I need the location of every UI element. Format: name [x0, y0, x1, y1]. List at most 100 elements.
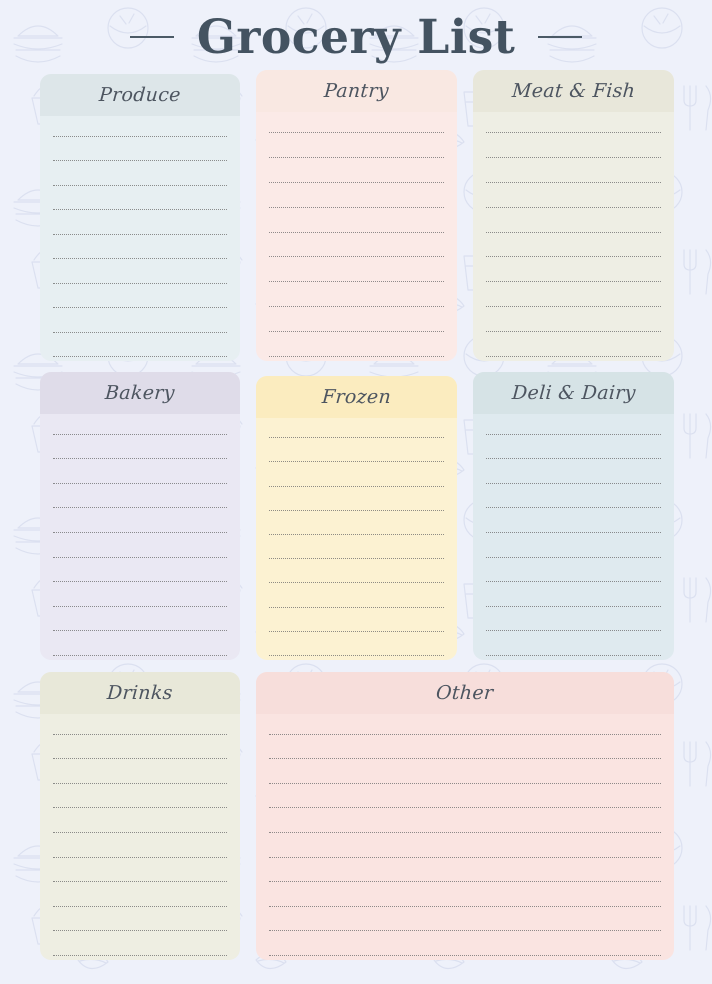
write-line[interactable]	[53, 488, 227, 513]
write-line[interactable]	[486, 439, 661, 464]
write-line[interactable]	[486, 261, 661, 286]
write-line[interactable]	[269, 587, 444, 611]
write-line[interactable]	[269, 739, 661, 764]
write-line[interactable]	[53, 714, 227, 739]
category-header-other: Other	[256, 672, 674, 714]
write-line[interactable]	[53, 739, 227, 764]
write-line[interactable]	[269, 935, 661, 960]
write-line[interactable]	[269, 862, 661, 887]
write-line[interactable]	[53, 635, 227, 660]
write-line[interactable]	[53, 763, 227, 788]
write-line[interactable]	[269, 311, 444, 336]
write-line[interactable]	[53, 886, 227, 911]
category-lines-drinks	[40, 714, 240, 960]
write-line[interactable]	[53, 337, 227, 362]
category-card-other: Other	[256, 672, 674, 960]
category-card-bakery: Bakery	[40, 372, 240, 660]
write-line[interactable]	[486, 488, 661, 513]
write-line[interactable]	[269, 442, 444, 466]
category-title-meat-and-fish: Meat & Fish	[511, 79, 636, 102]
write-line[interactable]	[53, 911, 227, 936]
write-line[interactable]	[53, 239, 227, 264]
write-line[interactable]	[486, 586, 661, 611]
write-line[interactable]	[269, 714, 661, 739]
write-line[interactable]	[53, 288, 227, 313]
category-card-meat-and-fish: Meat & Fish	[473, 70, 674, 361]
write-line[interactable]	[53, 611, 227, 636]
write-line[interactable]	[486, 414, 661, 439]
write-line[interactable]	[53, 586, 227, 611]
write-line[interactable]	[53, 537, 227, 562]
write-line[interactable]	[486, 463, 661, 488]
grocery-list-page: Grocery List Produce Pantry Meat & Fish Bak…	[0, 0, 712, 984]
category-card-drinks: Drinks	[40, 672, 240, 960]
category-lines-meat-and-fish	[473, 112, 674, 361]
write-line[interactable]	[269, 563, 444, 587]
write-line[interactable]	[269, 286, 444, 311]
write-line[interactable]	[269, 187, 444, 212]
write-line[interactable]	[53, 263, 227, 288]
write-line[interactable]	[486, 562, 661, 587]
write-line[interactable]	[486, 237, 661, 262]
write-line[interactable]	[486, 212, 661, 237]
write-line[interactable]	[269, 162, 444, 187]
write-line[interactable]	[53, 439, 227, 464]
title-dash-right	[538, 36, 583, 38]
write-line[interactable]	[53, 788, 227, 813]
category-header-deli-and-dairy: Deli & Dairy	[473, 372, 674, 414]
write-line[interactable]	[53, 165, 227, 190]
write-line[interactable]	[269, 237, 444, 262]
write-line[interactable]	[486, 611, 661, 636]
write-line[interactable]	[486, 286, 661, 311]
write-line[interactable]	[269, 911, 661, 936]
write-line[interactable]	[53, 190, 227, 215]
category-title-bakery: Bakery	[104, 381, 176, 404]
write-line[interactable]	[486, 112, 661, 137]
write-line[interactable]	[269, 515, 444, 539]
category-header-pantry: Pantry	[256, 70, 457, 112]
write-line[interactable]	[269, 612, 444, 636]
write-line[interactable]	[53, 837, 227, 862]
category-card-deli-and-dairy: Deli & Dairy	[473, 372, 674, 660]
write-line[interactable]	[269, 812, 661, 837]
write-line[interactable]	[53, 463, 227, 488]
write-line[interactable]	[486, 336, 661, 361]
write-line[interactable]	[269, 212, 444, 237]
write-line[interactable]	[53, 141, 227, 166]
write-line[interactable]	[269, 137, 444, 162]
write-line[interactable]	[269, 466, 444, 490]
write-line[interactable]	[53, 812, 227, 837]
write-line[interactable]	[53, 414, 227, 439]
write-line[interactable]	[53, 512, 227, 537]
write-line[interactable]	[269, 539, 444, 563]
write-line[interactable]	[269, 763, 661, 788]
page-title: Grocery List	[196, 9, 516, 65]
write-line[interactable]	[486, 187, 661, 212]
write-line[interactable]	[53, 312, 227, 337]
write-line[interactable]	[486, 635, 661, 660]
write-line[interactable]	[486, 162, 661, 187]
write-line[interactable]	[269, 886, 661, 911]
write-line[interactable]	[269, 261, 444, 286]
write-line[interactable]	[269, 788, 661, 813]
write-line[interactable]	[269, 418, 444, 442]
write-line[interactable]	[486, 537, 661, 562]
write-line[interactable]	[269, 491, 444, 515]
category-header-meat-and-fish: Meat & Fish	[473, 70, 674, 112]
write-line[interactable]	[53, 935, 227, 960]
title-dash-left	[129, 36, 174, 38]
category-header-bakery: Bakery	[40, 372, 240, 414]
write-line[interactable]	[53, 116, 227, 141]
write-line[interactable]	[269, 112, 444, 137]
write-line[interactable]	[269, 636, 444, 660]
category-title-deli-and-dairy: Deli & Dairy	[510, 381, 637, 404]
write-line[interactable]	[269, 336, 444, 361]
write-line[interactable]	[269, 837, 661, 862]
write-line[interactable]	[486, 512, 661, 537]
write-line[interactable]	[53, 562, 227, 587]
write-line[interactable]	[486, 137, 661, 162]
write-line[interactable]	[53, 862, 227, 887]
write-line[interactable]	[486, 311, 661, 336]
write-line[interactable]	[53, 214, 227, 239]
category-lines-deli-and-dairy	[473, 414, 674, 660]
